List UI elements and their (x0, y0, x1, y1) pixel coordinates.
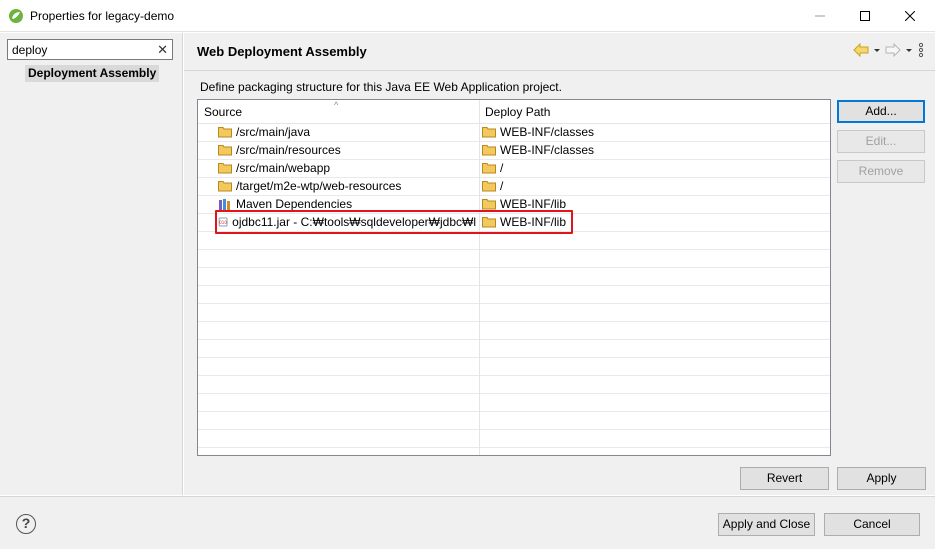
close-icon (905, 11, 915, 21)
deploy-text: WEB-INF/classes (500, 143, 595, 157)
deploy-text: / (500, 161, 504, 175)
table-header: Source ^ Deploy Path (198, 100, 830, 124)
source-text: /src/main/java (236, 125, 311, 139)
remove-button[interactable]: Remove (837, 160, 925, 183)
filter-input[interactable]: deploy ✕ (7, 39, 173, 60)
folder-icon (482, 199, 496, 210)
title-bar: Properties for legacy-demo (0, 0, 935, 32)
source-cell: Maven Dependencies (218, 197, 476, 211)
folder-icon (218, 127, 232, 138)
source-cell: /target/m2e-wtp/web-resources (218, 179, 476, 193)
add-button[interactable]: Add... (837, 100, 925, 123)
cancel-button[interactable]: Cancel (824, 513, 920, 536)
page-title: Web Deployment Assembly (197, 44, 367, 59)
page-header: Web Deployment Assembly (184, 33, 935, 71)
source-cell: /src/main/webapp (218, 161, 476, 175)
folder-icon (482, 181, 496, 192)
deploy-text: WEB-INF/lib (500, 197, 566, 211)
minimize-button[interactable] (797, 0, 843, 32)
dialog-footer: ? Apply and Close Cancel (0, 496, 935, 549)
back-dropdown-icon[interactable] (873, 43, 881, 57)
folder-icon (218, 163, 232, 174)
folder-icon (482, 145, 496, 156)
sidebar-item-deployment-assembly[interactable]: Deployment Assembly (25, 65, 160, 82)
column-header-source[interactable]: Source (204, 105, 242, 119)
folder-icon (482, 127, 496, 138)
source-cell: /src/main/java (218, 125, 476, 139)
nav-toolbar (853, 42, 925, 58)
back-arrow-icon[interactable] (853, 43, 869, 57)
sidebar: deploy ✕ Deployment Assembly (0, 33, 183, 495)
minimize-icon (815, 15, 825, 17)
view-menu-icon[interactable] (917, 42, 925, 58)
deploy-text: / (500, 179, 504, 193)
forward-arrow-icon[interactable] (885, 43, 901, 57)
revert-button[interactable]: Revert (740, 467, 829, 490)
apply-and-close-button[interactable]: Apply and Close (718, 513, 815, 536)
table-row[interactable]: /src/main/webapp / (198, 160, 830, 178)
source-text: Maven Dependencies (236, 197, 353, 211)
help-icon[interactable]: ? (16, 514, 36, 534)
source-text: /src/main/resources (236, 143, 341, 157)
folder-icon (218, 181, 232, 192)
deploy-cell: WEB-INF/classes (482, 143, 782, 157)
edit-button[interactable]: Edit... (837, 130, 925, 153)
forward-dropdown-icon[interactable] (905, 43, 913, 57)
revert-button-label: Revert (766, 471, 803, 485)
maximize-button[interactable] (842, 0, 888, 32)
apply-button-label: Apply (866, 471, 897, 485)
assembly-table[interactable]: Source ^ Deploy Path /src/main/java WEB-… (197, 99, 831, 456)
close-button[interactable] (887, 0, 933, 32)
table-row[interactable]: /target/m2e-wtp/web-resources / (198, 178, 830, 196)
deploy-cell: / (482, 161, 782, 175)
apply-button[interactable]: Apply (837, 467, 926, 490)
add-button-label: Add... (865, 104, 897, 118)
highlight-box (215, 210, 573, 234)
maximize-icon (860, 11, 870, 21)
source-text: /target/m2e-wtp/web-resources (236, 179, 402, 193)
main-panel: Web Deployment Assembly Define packaging… (184, 33, 935, 495)
apply-and-close-label: Apply and Close (722, 517, 811, 531)
column-header-deploy-path[interactable]: Deploy Path (485, 105, 550, 119)
folder-icon (482, 163, 496, 174)
deploy-cell: / (482, 179, 782, 193)
table-row[interactable]: /src/main/java WEB-INF/classes (198, 124, 830, 142)
clear-filter-icon[interactable]: ✕ (157, 42, 168, 58)
sort-caret-icon: ^ (334, 100, 339, 110)
library-icon (219, 199, 230, 210)
deploy-cell: WEB-INF/lib (482, 197, 782, 211)
source-cell: /src/main/resources (218, 143, 476, 157)
spring-app-icon (9, 9, 23, 23)
cancel-button-label: Cancel (853, 517, 891, 531)
edit-button-label: Edit... (865, 134, 897, 148)
source-text: /src/main/webapp (236, 161, 331, 175)
table-row[interactable]: /src/main/resources WEB-INF/classes (198, 142, 830, 160)
page-description: Define packaging structure for this Java… (200, 80, 562, 94)
deploy-text: WEB-INF/classes (500, 125, 595, 139)
folder-icon (218, 145, 232, 156)
deploy-cell: WEB-INF/classes (482, 125, 782, 139)
remove-button-label: Remove (858, 164, 904, 178)
filter-value: deploy (12, 43, 48, 57)
column-divider[interactable] (479, 100, 480, 124)
window-title: Properties for legacy-demo (30, 9, 175, 23)
